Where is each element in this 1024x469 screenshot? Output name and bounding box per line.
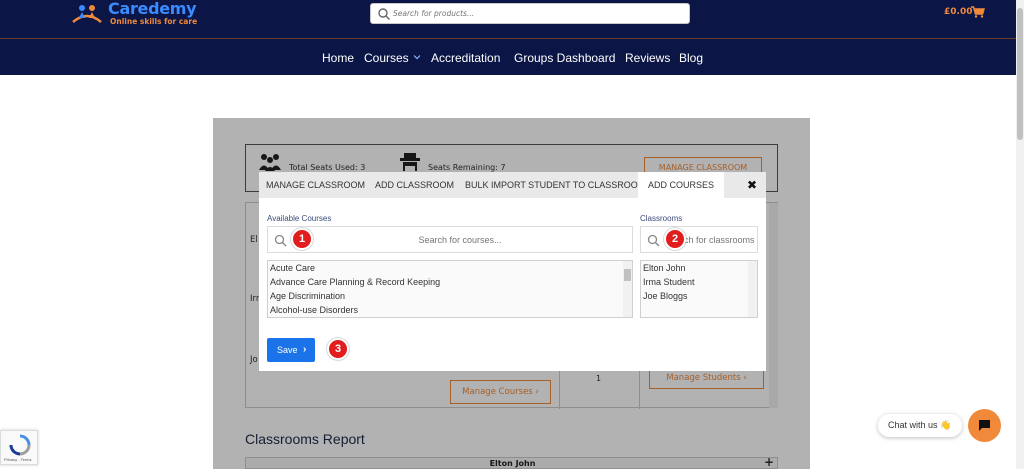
list-item[interactable]: Elton John <box>643 263 686 273</box>
course-search[interactable] <box>267 226 633 253</box>
save-button[interactable]: Save › <box>267 338 315 362</box>
close-icon[interactable]: ✖ <box>747 178 757 192</box>
brand-tagline: Online skills for care <box>110 17 198 26</box>
tab-add-classroom[interactable]: ADD CLASSROOM <box>368 172 461 198</box>
step-badge-2: 2 <box>664 228 686 250</box>
nav-accreditation[interactable]: Accreditation <box>431 51 500 65</box>
chat-icon <box>979 420 990 431</box>
course-search-input[interactable] <box>292 232 628 248</box>
search-icon <box>378 8 390 20</box>
site-logo[interactable]: Caredemy Online skills for care <box>70 0 210 28</box>
recaptcha-text: Privacy - Terms <box>4 457 32 462</box>
step-badge-1: 1 <box>291 228 313 250</box>
main-navigation: Home Courses Accreditation Groups Dashbo… <box>0 38 1016 75</box>
top-header: Caredemy Online skills for care £0.00 <box>0 0 1016 38</box>
classroom-search[interactable] <box>640 226 758 253</box>
classrooms-label: Classrooms <box>640 214 683 223</box>
search-icon <box>274 234 287 247</box>
cart-icon <box>971 6 985 18</box>
chat-button[interactable] <box>968 409 1001 442</box>
classrooms-list-scrollbar[interactable] <box>748 261 757 317</box>
page-scroll-thumb[interactable] <box>1017 8 1023 140</box>
nav-groups-dashboard[interactable]: Groups Dashboard <box>514 51 615 65</box>
cart-total: £0.00 <box>944 7 973 17</box>
nav-reviews[interactable]: Reviews <box>625 51 670 65</box>
product-search[interactable] <box>370 3 690 24</box>
nav-blog[interactable]: Blog <box>679 51 703 65</box>
tab-add-courses[interactable]: ADD COURSES <box>638 172 725 198</box>
available-courses-label: Available Courses <box>267 214 332 223</box>
save-button-label: Save <box>277 345 298 355</box>
chevron-right-icon: › <box>303 344 307 355</box>
list-item[interactable]: Alcohol-use Disorders <box>270 305 358 315</box>
nav-home[interactable]: Home <box>322 51 354 65</box>
list-item[interactable]: Joe Bloggs <box>643 291 688 301</box>
list-item[interactable]: Age Discrimination <box>270 291 345 301</box>
nav-courses-label: Courses <box>364 51 409 65</box>
courses-list-scroll-thumb[interactable] <box>624 269 631 281</box>
classroom-modal: MANAGE CLASSROOM ADD CLASSROOM BULK IMPO… <box>259 172 766 371</box>
product-search-input[interactable] <box>393 6 683 21</box>
brand-name: Caredemy <box>108 0 197 18</box>
search-icon <box>647 234 660 247</box>
nav-courses[interactable]: Courses <box>364 51 421 65</box>
logo-icon <box>72 5 102 23</box>
recaptcha-icon <box>9 434 31 456</box>
available-courses-list[interactable]: Acute Care Advance Care Planning & Recor… <box>267 260 633 318</box>
tab-manage-classroom[interactable]: MANAGE CLASSROOM <box>259 172 372 198</box>
list-item[interactable]: Advance Care Planning & Record Keeping <box>270 277 440 287</box>
step-badge-3: 3 <box>327 338 349 360</box>
page-scrollbar[interactable] <box>1016 0 1024 469</box>
list-item[interactable]: Irma Student <box>643 277 695 287</box>
chevron-down-icon <box>413 55 421 60</box>
modal-tabs: MANAGE CLASSROOM ADD CLASSROOM BULK IMPO… <box>259 172 766 198</box>
courses-list-scrollbar[interactable] <box>623 261 632 317</box>
classrooms-list[interactable]: Elton John Irma Student Joe Bloggs <box>640 260 758 318</box>
chat-prompt[interactable]: Chat with us 👋 <box>878 414 962 437</box>
recaptcha-badge[interactable]: Privacy - Terms <box>0 430 38 465</box>
tab-bulk-import[interactable]: BULK IMPORT STUDENT TO CLASSROOMS <box>458 172 658 198</box>
list-item[interactable]: Acute Care <box>270 263 315 273</box>
